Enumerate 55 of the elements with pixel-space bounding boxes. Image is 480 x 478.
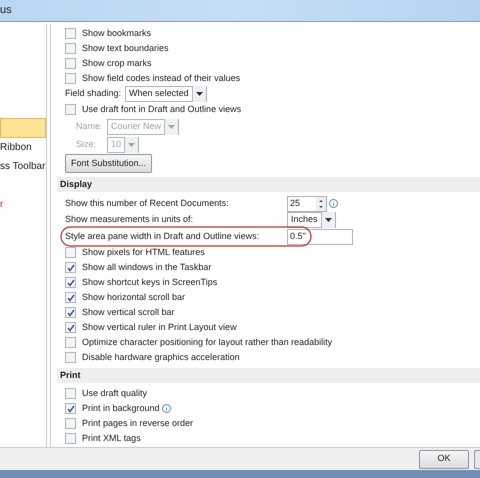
- input-field[interactable]: 0.5": [287, 228, 353, 244]
- cancel-button-edge[interactable]: [474, 450, 480, 468]
- checkbox[interactable]: [65, 352, 76, 363]
- checkbox[interactable]: [65, 292, 76, 303]
- option-label: Show vertical scroll bar: [82, 306, 175, 319]
- checkbox[interactable]: [65, 58, 76, 69]
- checkbox[interactable]: [65, 307, 76, 318]
- checkbox[interactable]: [65, 388, 76, 399]
- dropdown[interactable]: When selected: [125, 86, 207, 102]
- checkbox[interactable]: [65, 262, 76, 273]
- checkbox[interactable]: [65, 337, 76, 348]
- checkbox[interactable]: [65, 43, 76, 54]
- option-label: Use draft quality: [82, 386, 148, 400]
- option-label: Show crop marks: [82, 56, 152, 70]
- option-label: Show all windows in the Taskbar: [82, 260, 212, 274]
- sidebar-item[interactable]: [0, 118, 46, 138]
- option-label: Show field codes instead of their values: [82, 72, 240, 85]
- checkbox[interactable]: [65, 418, 76, 429]
- window-title: us: [0, 3, 12, 18]
- option-label: Show text boundaries: [82, 42, 169, 55]
- dropdown[interactable]: Inches: [287, 212, 336, 228]
- checkbox[interactable]: [65, 277, 76, 288]
- option-label: Show shortcut keys in ScreenTips: [82, 276, 218, 289]
- spin-arrows-icon[interactable]: [316, 196, 326, 210]
- option-label: Use draft font in Draft and Outline views: [82, 102, 242, 116]
- field-label: Show measurements in units of:: [65, 213, 194, 226]
- checkbox[interactable]: [65, 73, 76, 84]
- checkbox[interactable]: [65, 247, 76, 258]
- field-label: Style area pane width in Draft and Outline views:: [65, 230, 260, 243]
- checkbox[interactable]: [65, 104, 76, 115]
- checkbox[interactable]: [65, 28, 76, 39]
- field-label: Name:: [76, 120, 104, 133]
- option-label: Show horizontal scroll bar: [82, 290, 186, 304]
- section-header: Print: [57, 368, 480, 383]
- field-label: Size:: [76, 138, 98, 151]
- option-label: Print in background: [82, 402, 160, 415]
- checkbox[interactable]: [65, 403, 76, 414]
- font-substitution-button[interactable]: Font Substitution...: [65, 154, 152, 173]
- option-label: Disable hardware graphics acceleration: [82, 350, 240, 364]
- option-label: Show pixels for HTML features: [82, 246, 205, 259]
- sidebar-item[interactable]: Ribbon: [0, 138, 46, 157]
- option-label: Optimize character positioning for layout rather than readability: [82, 336, 332, 349]
- checkbox[interactable]: [65, 322, 76, 333]
- sidebar-item[interactable]: ss Toolbar: [0, 157, 46, 176]
- spin-field[interactable]: 25: [287, 196, 327, 212]
- field-label: Show this number of Recent Documents:: [65, 196, 230, 210]
- option-label: Print pages in reverse order: [82, 416, 194, 430]
- option-label: Show vertical ruler in Print Layout view: [82, 320, 237, 334]
- sidebar-item[interactable]: r: [0, 195, 46, 214]
- field-label: Field shading:: [65, 87, 122, 100]
- checkbox[interactable]: [65, 433, 76, 444]
- section-header: Display: [57, 177, 480, 192]
- ok-button[interactable]: OK: [419, 450, 469, 468]
- option-label: Show bookmarks: [82, 26, 152, 40]
- option-label: Print XML tags: [82, 432, 141, 445]
